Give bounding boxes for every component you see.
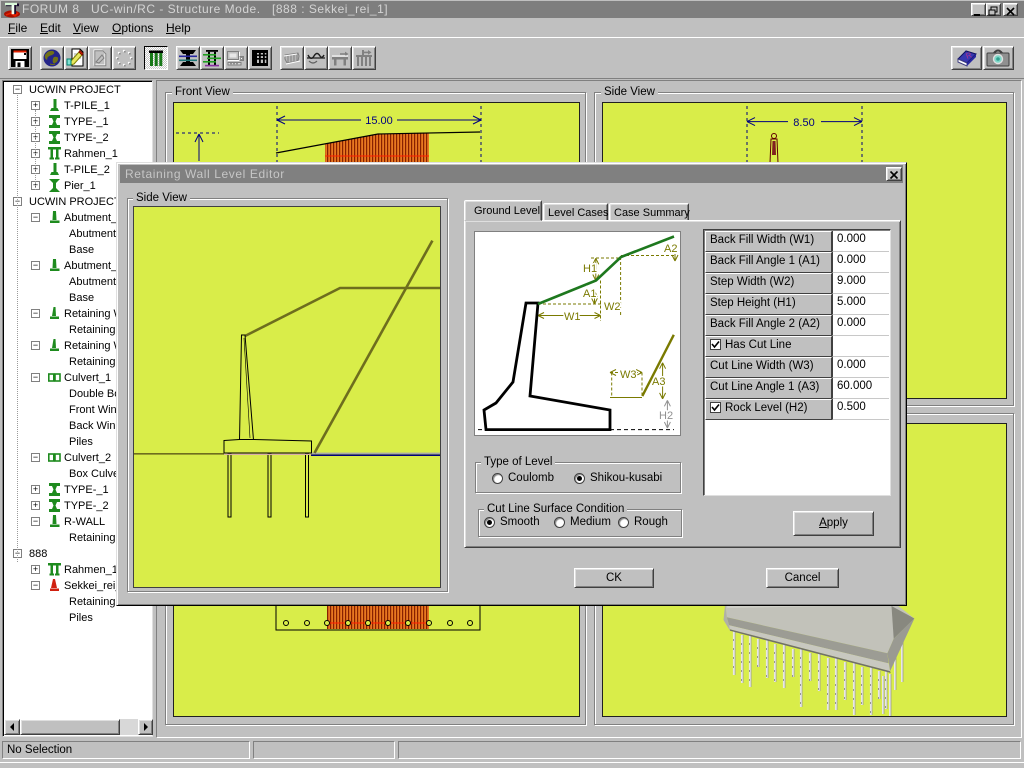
svg-text:W2: W2 [604,301,621,313]
svg-text:H1: H1 [583,263,597,275]
svg-text:15.00: 15.00 [365,115,393,127]
svg-text:A1: A1 [583,288,596,300]
svg-text:A3: A3 [652,376,665,388]
svg-text:W3: W3 [620,369,637,381]
svg-text:W1: W1 [564,311,581,323]
svg-text:A2: A2 [664,243,677,255]
svg-text:H2: H2 [659,410,673,422]
svg-text:8.50: 8.50 [793,117,814,129]
